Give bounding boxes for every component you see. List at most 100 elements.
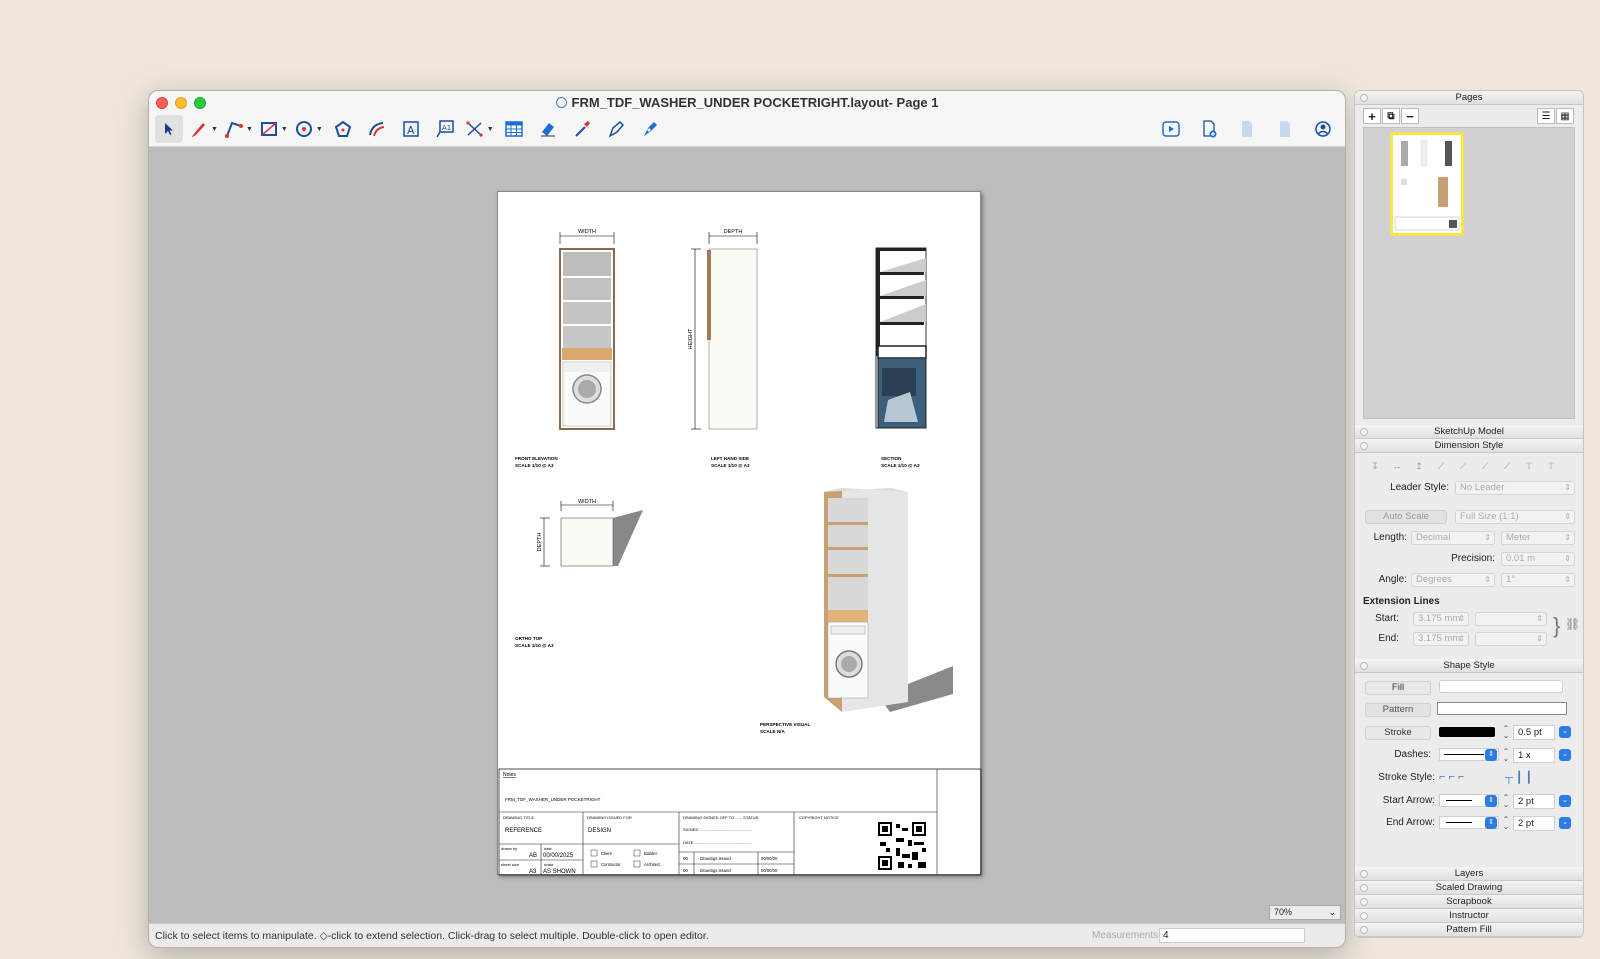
dimension-tool-button[interactable]: ▼ xyxy=(465,115,494,143)
scaled-drawing-header[interactable]: Scaled Drawing xyxy=(1355,881,1583,895)
dimension-style-header[interactable]: Dimension Style xyxy=(1355,439,1583,453)
circle-tool-button[interactable]: ▼ xyxy=(294,115,323,143)
pattern-well[interactable] xyxy=(1437,702,1567,715)
stroke-button[interactable]: Stroke xyxy=(1365,726,1431,740)
show-units-icon[interactable]: ⊤ xyxy=(1521,461,1537,472)
angle-unit-select[interactable]: Degrees xyxy=(1411,573,1495,587)
collapse-dot-icon[interactable] xyxy=(1360,898,1368,906)
measurements-input[interactable]: 4 xyxy=(1159,928,1305,943)
section-view[interactable] xyxy=(875,247,927,429)
title-block[interactable] xyxy=(498,768,982,876)
line-tool-button[interactable]: ▼ xyxy=(224,115,253,143)
pattern-button[interactable]: Pattern xyxy=(1365,703,1431,717)
ext-start-unit-select[interactable] xyxy=(1475,612,1547,626)
align-center-icon[interactable]: ⟋ xyxy=(1455,461,1471,472)
next-page-button[interactable] xyxy=(1271,115,1299,143)
add-page-button[interactable]: + xyxy=(1363,108,1381,124)
ortho-top-view[interactable]: WIDTH DEPTH xyxy=(537,499,643,567)
auto-scale-button[interactable]: Auto Scale xyxy=(1365,510,1447,524)
join-style-icons[interactable]: ┬ ┃ ┃ xyxy=(1505,771,1532,784)
select-tool-button[interactable] xyxy=(155,115,183,143)
collapse-dot-icon[interactable] xyxy=(1360,94,1368,102)
length-unit-select[interactable]: Meter xyxy=(1501,531,1575,545)
perspective-visual[interactable] xyxy=(824,488,953,712)
pencil-tool-button[interactable]: ▼ xyxy=(189,115,218,143)
start-arrow-stepper[interactable]: ⌃ ⌄ xyxy=(1501,794,1511,809)
join-tool-button[interactable] xyxy=(636,115,664,143)
layers-header[interactable]: Layers xyxy=(1355,867,1583,881)
label-tool-button[interactable]: A1 xyxy=(431,115,459,143)
shape-style-header[interactable]: Shape Style xyxy=(1355,659,1583,673)
page-thumbnail[interactable] xyxy=(1390,132,1464,236)
polygon-tool-button[interactable] xyxy=(329,115,357,143)
add-page-button[interactable] xyxy=(1195,115,1223,143)
pattern-fill-header[interactable]: Pattern Fill xyxy=(1355,923,1583,937)
scrapbook-header[interactable]: Scrapbook xyxy=(1355,895,1583,909)
collapse-dot-icon[interactable] xyxy=(1360,912,1368,920)
previous-page-button[interactable] xyxy=(1233,115,1261,143)
text-tool-button[interactable]: A xyxy=(397,115,425,143)
split-tool-button[interactable] xyxy=(602,115,630,143)
text-below-icon[interactable]: ↥ xyxy=(1411,461,1427,472)
align-parallel-icon[interactable]: ⟋ xyxy=(1499,461,1515,472)
collapse-dot-icon[interactable] xyxy=(1360,662,1368,670)
front-elevation[interactable]: WIDTH xyxy=(559,229,615,430)
precision-select[interactable]: 0.01 m xyxy=(1501,552,1575,566)
eraser-tool-button[interactable] xyxy=(534,115,562,143)
ext-start-input[interactable]: 3.175 mm xyxy=(1413,612,1469,626)
rectangle-tool-button[interactable]: ▼ xyxy=(259,115,288,143)
ext-end-unit-select[interactable] xyxy=(1475,632,1547,646)
grid-view-button[interactable]: ▦ xyxy=(1556,108,1574,124)
hide-units-icon[interactable]: ⊤ xyxy=(1543,461,1559,472)
chevron-down-icon[interactable]: ⌄ xyxy=(1559,749,1571,761)
account-button[interactable] xyxy=(1309,115,1337,143)
duplicate-page-button[interactable]: ⧉ xyxy=(1382,108,1400,124)
table-tool-button[interactable] xyxy=(500,115,528,143)
fill-color-well[interactable] xyxy=(1439,680,1563,693)
collapse-dot-icon[interactable] xyxy=(1360,428,1368,436)
pages-header[interactable]: Pages xyxy=(1355,91,1583,105)
collapse-dot-icon[interactable] xyxy=(1360,442,1368,450)
dash-scale-input[interactable]: 1 x xyxy=(1513,748,1555,763)
stroke-width-stepper[interactable]: ⌃ ⌄ xyxy=(1501,725,1511,740)
length-format-select[interactable]: Decimal xyxy=(1411,531,1495,545)
start-arrow-size-input[interactable]: 2 pt xyxy=(1513,794,1555,809)
cap-style-icons[interactable]: ⌐ ⌐ ⌐ xyxy=(1439,771,1464,783)
collapse-dot-icon[interactable] xyxy=(1360,884,1368,892)
delete-page-button[interactable]: − xyxy=(1401,108,1419,124)
start-arrow-select[interactable]: ⇕ xyxy=(1439,794,1499,807)
left-hand-side-view[interactable]: DEPTH HEIGHT xyxy=(688,229,758,430)
sketchup-model-header[interactable]: SketchUp Model xyxy=(1355,425,1583,439)
align-perpendicular-icon[interactable]: ⟋ xyxy=(1477,461,1493,472)
drawing-canvas[interactable]: WIDTH FRONT ELEVATION SCALE 1/10 @ A3 DE… xyxy=(149,147,1345,911)
dash-pattern-select[interactable]: ⇕ xyxy=(1439,748,1499,761)
chevron-down-icon[interactable]: ⌄ xyxy=(1559,726,1571,738)
stroke-color-well[interactable] xyxy=(1439,727,1495,737)
chevron-down-icon[interactable]: ⌄ xyxy=(1559,817,1571,829)
ext-end-input[interactable]: 3.175 mm xyxy=(1413,632,1469,646)
offset-tool-button[interactable] xyxy=(363,115,391,143)
presentation-button[interactable] xyxy=(1157,115,1185,143)
stroke-width-input[interactable]: 0.5 pt xyxy=(1513,725,1555,740)
dash-scale-stepper[interactable]: ⌃ ⌄ xyxy=(1501,748,1511,763)
fill-button[interactable]: Fill xyxy=(1365,681,1431,695)
end-arrow-select[interactable]: ⇕ xyxy=(1439,816,1499,829)
style-tool-button[interactable] xyxy=(568,115,596,143)
text-above-icon[interactable]: ↧ xyxy=(1367,461,1383,472)
list-view-button[interactable]: ☰ xyxy=(1537,108,1555,124)
link-bracket-icon[interactable]: } xyxy=(1553,613,1560,639)
collapse-dot-icon[interactable] xyxy=(1360,870,1368,878)
zoom-select[interactable]: 70% ⌄ xyxy=(1269,905,1341,920)
instructor-header[interactable]: Instructor xyxy=(1355,909,1583,923)
chain-link-icon[interactable]: ⛓ xyxy=(1565,617,1580,631)
end-arrow-size-input[interactable]: 2 pt xyxy=(1513,816,1555,831)
end-arrow-stepper[interactable]: ⌃ ⌄ xyxy=(1501,816,1511,831)
leader-style-select[interactable]: No Leader xyxy=(1455,481,1575,495)
angle-precision-select[interactable]: 1° xyxy=(1501,573,1575,587)
text-inline-icon[interactable]: ↔ xyxy=(1389,461,1405,471)
paper-page[interactable]: WIDTH FRONT ELEVATION SCALE 1/10 @ A3 DE… xyxy=(497,191,982,876)
scale-select[interactable]: Full Size (1:1) xyxy=(1455,510,1575,524)
collapse-dot-icon[interactable] xyxy=(1360,926,1368,934)
align-left-icon[interactable]: ⟋ xyxy=(1433,461,1449,472)
chevron-down-icon[interactable]: ⌄ xyxy=(1559,795,1571,807)
